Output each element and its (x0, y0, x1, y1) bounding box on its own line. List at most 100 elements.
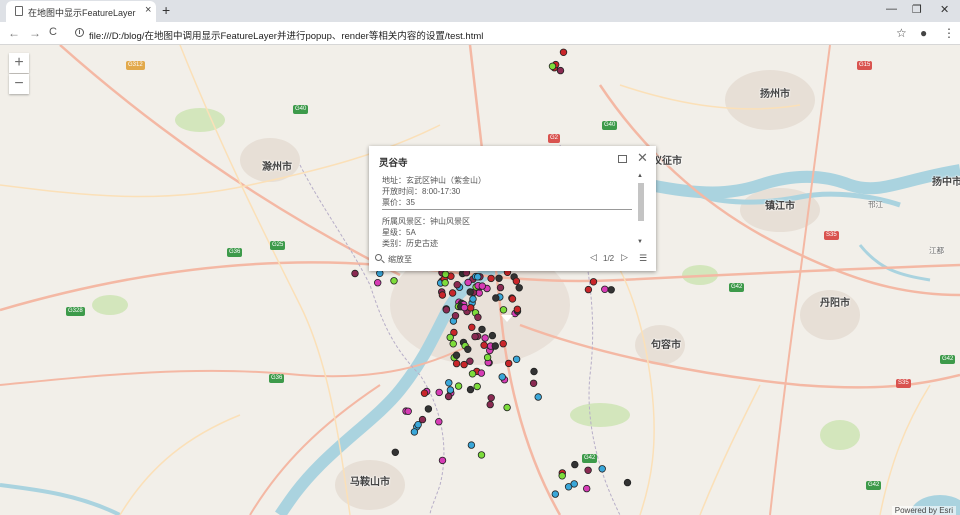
feature-marker[interactable] (420, 389, 429, 397)
minimize-button[interactable]: — (886, 3, 897, 15)
zoom-to-icon[interactable] (375, 254, 382, 261)
zoom-in-button[interactable]: + (9, 53, 29, 73)
feature-marker[interactable] (474, 273, 482, 281)
feature-marker[interactable] (598, 465, 606, 473)
map-attribution[interactable]: Powered by Esri (891, 506, 956, 515)
reload-button[interactable]: C (49, 26, 57, 38)
feature-marker[interactable] (477, 369, 486, 377)
zoom-to-button[interactable]: 缩放至 (388, 254, 412, 265)
feature-marker[interactable] (488, 331, 497, 340)
scroll-up-icon[interactable]: ▲ (637, 173, 643, 179)
feature-marker[interactable] (589, 278, 598, 286)
feature-marker[interactable] (424, 405, 433, 413)
feature-marker[interactable] (487, 394, 495, 402)
feature-marker[interactable] (449, 340, 457, 348)
new-tab-button[interactable]: + (162, 2, 170, 18)
feature-marker[interactable] (499, 306, 508, 314)
feature-marker[interactable] (515, 284, 523, 292)
browser-menu-icon[interactable]: ⋮ (943, 26, 955, 40)
feature-marker[interactable] (446, 386, 455, 394)
feature-marker[interactable] (446, 333, 454, 342)
feature-marker[interactable] (477, 451, 486, 459)
address-bar[interactable]: i file:///D:/blog/在地图中调用显示FeatureLayer并进… (70, 24, 890, 42)
restore-button[interactable]: ❐ (912, 3, 922, 16)
feature-marker[interactable] (441, 270, 450, 278)
feature-marker[interactable] (448, 289, 457, 297)
feature-marker[interactable] (551, 490, 559, 498)
feature-marker[interactable] (467, 441, 476, 449)
feature-marker[interactable] (556, 66, 565, 75)
feature-marker[interactable] (480, 341, 488, 349)
bookmark-star-icon[interactable]: ☆ (896, 26, 907, 40)
feature-marker[interactable] (452, 359, 461, 368)
feature-marker[interactable] (460, 303, 469, 312)
feature-marker[interactable] (451, 312, 460, 320)
address-url[interactable]: file:///D:/blog/在地图中调用显示FeatureLayer并进行p… (89, 28, 483, 42)
next-feature-icon[interactable]: ▷ (621, 252, 628, 263)
feature-marker[interactable] (584, 285, 593, 294)
feature-marker[interactable] (478, 325, 486, 334)
feature-marker[interactable] (410, 428, 419, 436)
feature-marker[interactable] (460, 360, 468, 369)
feature-marker[interactable] (487, 274, 495, 283)
feature-marker[interactable] (512, 355, 521, 363)
previous-feature-icon[interactable]: ◁ (590, 252, 597, 263)
feature-marker[interactable] (570, 480, 578, 488)
feature-marker[interactable] (571, 460, 579, 469)
scroll-down-icon[interactable]: ▼ (637, 239, 643, 245)
feature-marker[interactable] (483, 353, 492, 362)
account-icon[interactable]: ● (920, 26, 927, 40)
feature-marker[interactable] (452, 351, 461, 359)
feature-marker[interactable] (530, 367, 538, 376)
info-icon[interactable]: i (75, 28, 84, 37)
feature-marker[interactable] (583, 484, 591, 493)
feature-marker[interactable] (453, 280, 461, 289)
feature-marker[interactable] (473, 382, 481, 391)
feature-marker[interactable] (441, 279, 449, 287)
feature-marker[interactable] (390, 277, 398, 285)
feature-marker[interactable] (445, 379, 453, 387)
feature-marker[interactable] (503, 403, 511, 412)
feature-marker[interactable] (534, 393, 542, 401)
feature-marker[interactable] (558, 472, 566, 480)
popup-close-icon[interactable]: ✕ (637, 150, 648, 166)
dock-icon[interactable] (618, 155, 627, 163)
feature-marker[interactable] (466, 385, 475, 394)
feature-list-icon[interactable]: ☰ (639, 253, 647, 264)
popup-scrollbar[interactable]: ▲ ▼ (637, 173, 645, 247)
back-button[interactable]: ← (8, 26, 20, 40)
feature-marker[interactable] (499, 340, 507, 348)
feature-marker[interactable] (374, 278, 382, 287)
feature-marker[interactable] (623, 478, 632, 487)
feature-marker[interactable] (391, 448, 399, 456)
feature-marker[interactable] (486, 400, 494, 409)
feature-marker[interactable] (548, 62, 557, 70)
feature-marker[interactable] (468, 323, 476, 331)
feature-marker[interactable] (491, 342, 499, 350)
tab-close-icon[interactable]: × (145, 4, 151, 16)
feature-marker[interactable] (467, 304, 475, 312)
feature-marker[interactable] (498, 373, 506, 381)
feature-marker[interactable] (601, 285, 609, 293)
feature-marker[interactable] (404, 407, 412, 415)
feature-marker[interactable] (492, 294, 500, 302)
feature-marker[interactable] (435, 418, 443, 426)
map-view[interactable]: + − 扬州市 滁州市 仪征市 镇江市 扬中市 丹阳市 句容市 马鞍山市 邗江 … (0, 45, 960, 515)
feature-marker[interactable] (468, 370, 477, 378)
forward-button[interactable]: → (29, 26, 41, 40)
feature-marker[interactable] (469, 295, 477, 303)
feature-marker[interactable] (464, 345, 472, 353)
feature-marker[interactable] (513, 305, 522, 313)
feature-marker[interactable] (471, 332, 479, 341)
feature-marker[interactable] (464, 278, 472, 287)
feature-marker[interactable] (512, 277, 521, 285)
feature-marker[interactable] (559, 48, 568, 56)
feature-marker[interactable] (474, 313, 482, 321)
window-close-button[interactable]: ✕ (940, 3, 949, 16)
feature-marker[interactable] (496, 283, 505, 292)
feature-marker[interactable] (444, 392, 453, 401)
feature-marker[interactable] (481, 334, 489, 342)
feature-marker[interactable] (495, 274, 503, 282)
feature-marker[interactable] (466, 288, 474, 296)
feature-marker[interactable] (454, 382, 463, 390)
